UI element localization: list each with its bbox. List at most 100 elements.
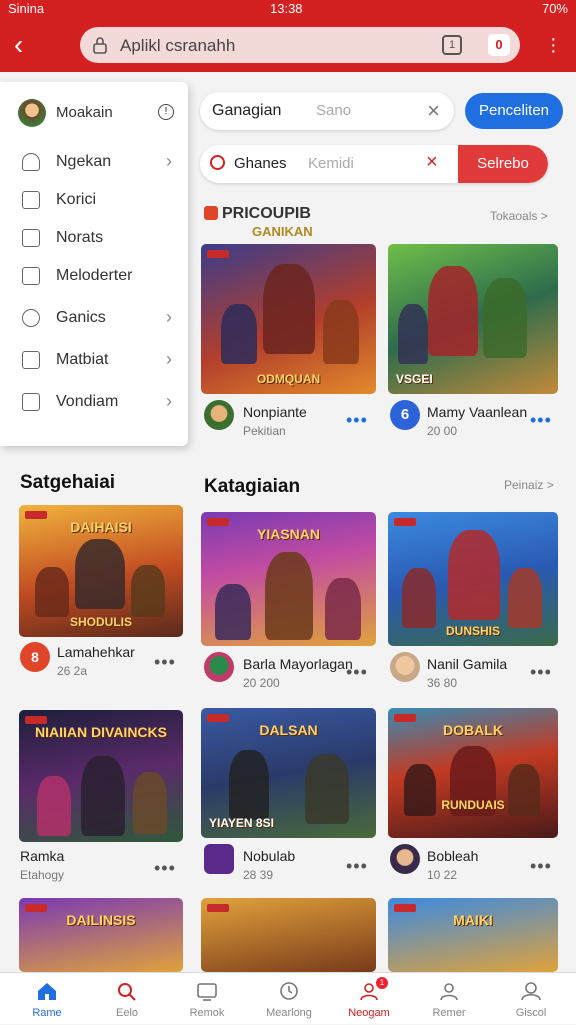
game-thumbnail[interactable]: DOBALK RUNDUAIS (388, 708, 558, 838)
tabs-icon[interactable]: 1 (442, 35, 462, 55)
game-title[interactable]: Lamahehkar (57, 644, 135, 660)
nav-giscol[interactable]: Giscol (490, 973, 572, 1025)
game-title[interactable]: Mamy Vaanlean (427, 404, 527, 420)
game-thumbnail[interactable]: DUNSHIS (388, 512, 558, 646)
nav-label: Neogam (348, 1007, 390, 1019)
badge (207, 518, 229, 526)
chevron-right-icon: › (166, 151, 172, 171)
menu-item-label: Norats (56, 229, 104, 246)
nav-label: Remok (189, 1007, 225, 1019)
game-thumbnail[interactable]: MAIKI (388, 898, 558, 972)
avatar[interactable]: 8 (20, 642, 50, 672)
game-title[interactable]: Ramka (20, 848, 64, 864)
search-input[interactable]: Sano (316, 102, 351, 119)
menu-item-korici[interactable]: Korici (0, 182, 188, 218)
game-banner-text: RUNDUAIS (441, 798, 505, 812)
avatar[interactable] (18, 99, 46, 127)
nav-label: Mearlong (266, 1007, 312, 1019)
avatar[interactable] (204, 400, 234, 430)
game-thumbnail[interactable] (201, 898, 376, 972)
game-banner-text: YIASNAN (256, 526, 320, 542)
menu-item-vondiam[interactable]: Vondiam › (0, 384, 188, 420)
nav-label: Remer (432, 1007, 466, 1019)
address-bar[interactable]: Aplikl csranahh 1 0 (80, 27, 520, 63)
game-thumbnail[interactable]: YIASNAN (201, 512, 376, 646)
game-title[interactable]: Nonpiante (243, 404, 307, 420)
game-thumbnail[interactable]: DAIHAISI SHODULIS (19, 505, 183, 637)
menu-item-label: Ganics (56, 309, 106, 326)
more-options-icon[interactable]: ••• (530, 856, 552, 877)
search-bar[interactable]: Ganagian Sano × (200, 92, 454, 130)
browser-toolbar: ‹ Aplikl csranahh 1 0 · · · (0, 18, 576, 72)
menu-item-label: Vondiam (56, 393, 119, 410)
info-icon[interactable]: ! (158, 104, 174, 120)
chevron-right-icon: › (166, 391, 172, 411)
carrier-label: Sinina (8, 1, 45, 16)
more-options-icon[interactable]: ••• (530, 662, 552, 683)
game-title[interactable]: Nobulab (243, 848, 295, 864)
submit-button[interactable]: Selrebo (458, 145, 548, 183)
info-icon (22, 393, 40, 411)
section-title: Satgehaiai (20, 472, 116, 493)
game-subtitle: 26 2a (57, 664, 88, 678)
menu-item-matbiat[interactable]: Matbiat › (0, 342, 188, 378)
game-thumbnail[interactable]: NIAIIAN DIVAINCKS (19, 710, 183, 842)
avatar[interactable] (204, 652, 234, 682)
grid-icon (22, 267, 40, 285)
more-options-icon[interactable]: ••• (154, 858, 176, 879)
search-label: Ganagian (212, 102, 282, 119)
back-arrow-icon[interactable]: ‹ (14, 30, 40, 60)
game-banner-text: DUNSHIS (445, 624, 500, 638)
search-icon (118, 983, 136, 1001)
game-thumbnail[interactable]: ODMQUAN (201, 244, 376, 394)
menu-item-label: Matbiat (56, 351, 109, 368)
nav-search[interactable]: Eelo (86, 973, 168, 1025)
nav-mearlong[interactable]: Mearlong (248, 973, 330, 1025)
menu-item-ganics[interactable]: Ganics › (0, 300, 188, 336)
search-icon (210, 155, 225, 170)
more-options-icon[interactable]: ••• (346, 662, 368, 683)
menu-item-ngekan[interactable]: Ngekan › (0, 144, 188, 180)
see-all-link[interactable]: Peinaiz > (504, 478, 554, 492)
game-subtitle: Etahogy (20, 868, 65, 882)
badge (25, 511, 47, 519)
search-label: Ghanes (234, 155, 287, 172)
section-title: Katagiaian (204, 476, 301, 497)
nav-home[interactable]: Rame (6, 973, 88, 1025)
game-banner-text: DAIHAISI (70, 519, 132, 535)
game-title[interactable]: Nanil Gamila (427, 656, 507, 672)
game-thumbnail[interactable]: DAILINSIS (19, 898, 183, 972)
see-all-link[interactable]: Tokaoals > (490, 209, 548, 223)
nav-remok[interactable]: Remok (166, 973, 248, 1025)
menu-item-meloderter[interactable]: Meloderter (0, 258, 188, 294)
game-thumbnail[interactable]: DALSAN YIAYEN 8SI (201, 708, 376, 838)
more-options-icon[interactable]: ••• (530, 410, 552, 431)
game-title[interactable]: Bobleah (427, 848, 478, 864)
game-title[interactable]: Barla Mayorlagan (243, 656, 353, 672)
bag-icon (22, 351, 40, 369)
more-options-icon[interactable]: · · · (550, 29, 557, 61)
game-banner-text: DOBALK (443, 722, 503, 738)
lock-icon (93, 37, 107, 54)
nav-remer[interactable]: Remer (408, 973, 490, 1025)
game-banner-text: YIAYEN 8SI (209, 816, 274, 830)
more-options-icon[interactable]: ••• (154, 652, 176, 673)
avatar[interactable] (390, 844, 420, 874)
chevron-right-icon: › (166, 307, 172, 327)
menu-item-norats[interactable]: Norats (0, 220, 188, 256)
more-options-icon[interactable]: ••• (346, 856, 368, 877)
more-options-icon[interactable]: ••• (346, 410, 368, 431)
avatar[interactable] (204, 844, 234, 874)
avatar[interactable] (390, 652, 420, 682)
avatar[interactable]: 6 (390, 400, 420, 430)
tv-icon (197, 983, 217, 1001)
clear-icon[interactable]: × (426, 151, 438, 174)
clock: 13:38 (270, 1, 303, 16)
game-thumbnail[interactable]: VSGEI (388, 244, 558, 394)
clear-icon[interactable]: × (427, 98, 440, 124)
nav-neogam[interactable]: 1 Neogam (328, 973, 410, 1025)
search-button[interactable]: Penceliten (465, 93, 563, 129)
extension-icon[interactable]: 0 (488, 34, 510, 56)
game-search-bar[interactable]: Ghanes Kemidi × Selrebo (200, 145, 548, 183)
search-input[interactable]: Kemidi (308, 155, 354, 172)
